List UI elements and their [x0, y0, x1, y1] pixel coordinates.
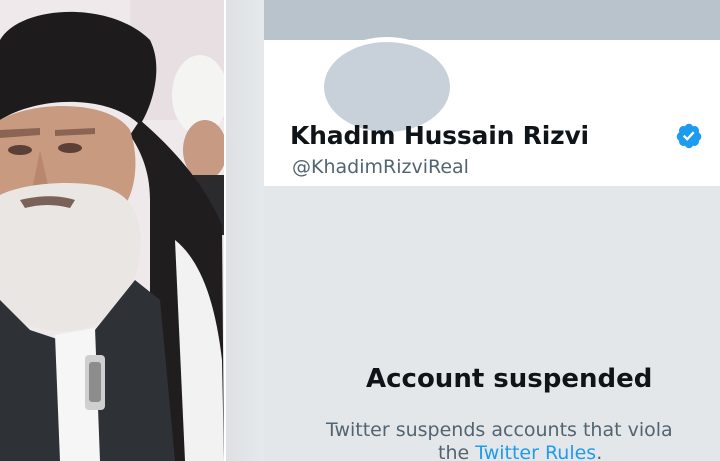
profile-banner [264, 0, 720, 40]
profile-display-name: Khadim Hussain Rizvi [290, 121, 589, 150]
suspended-title: Account suspended [366, 364, 653, 394]
twitter-rules-link[interactable]: Twitter Rules [475, 442, 596, 461]
twitter-profile-screen: Khadim Hussain Rizvi @KhadimRizviReal Ac… [226, 0, 720, 461]
suspended-message: Twitter suspends accounts that viola [326, 419, 673, 441]
rules-suffix: . [596, 442, 603, 461]
suspended-rules-line: the Twitter Rules. [438, 441, 602, 461]
rules-prefix: the [438, 442, 476, 461]
page-edge [226, 0, 264, 461]
profile-avatar[interactable] [324, 42, 450, 132]
profile-handle: @KhadimRizviReal [292, 156, 469, 178]
person-photo-graphic [0, 0, 224, 461]
verified-badge-icon[interactable] [675, 122, 703, 150]
person-photo [0, 0, 224, 461]
